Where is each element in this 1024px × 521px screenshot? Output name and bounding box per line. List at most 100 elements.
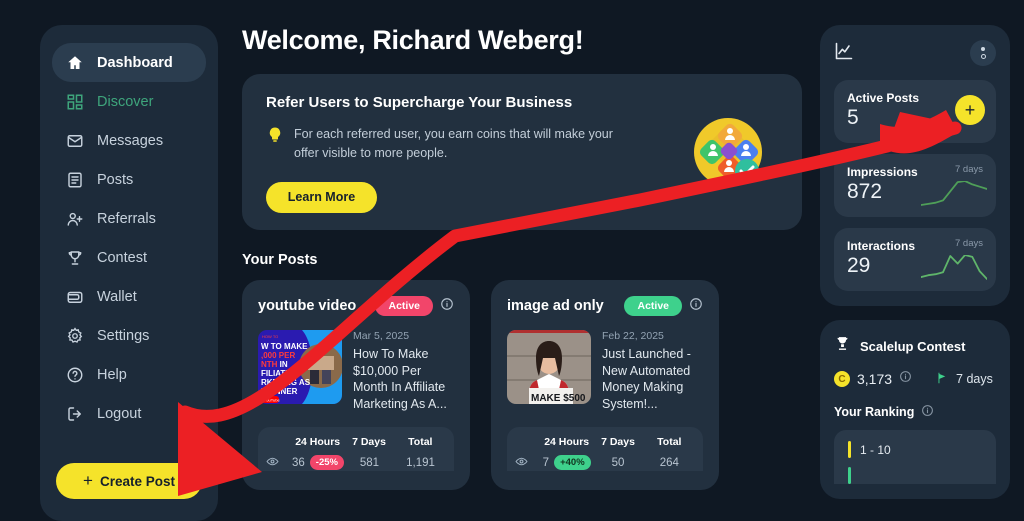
sidebar-item-posts[interactable]: Posts [52, 160, 206, 199]
sidebar-item-dashboard[interactable]: Dashboard [52, 43, 206, 82]
envelope-icon [66, 132, 84, 150]
rank-label: 1 - 10 [860, 442, 891, 457]
svg-text:FILIATE: FILIATE [261, 369, 291, 378]
referral-banner: Refer Users to Supercharge Your Business… [242, 74, 802, 230]
post-list: youtube video Active HOW TO W TO MAKE ,000 P… [242, 280, 802, 490]
contest-panel: Scalelup Contest C 3,173 7 days Your Ran… [820, 320, 1010, 499]
flag-icon [935, 371, 949, 388]
svg-text:RKETING AS: RKETING AS [261, 378, 311, 387]
info-icon[interactable] [689, 297, 703, 316]
posts-section-title: Your Posts [242, 252, 318, 268]
sidebar-item-label: Referrals [97, 210, 156, 227]
table-row: 36 -25% 581 1,191 [266, 455, 446, 471]
rank-bar [848, 467, 851, 484]
add-post-button[interactable]: + [955, 95, 985, 125]
contest-coins: 3,173 [857, 371, 893, 387]
sparkline-chart [921, 181, 987, 206]
svg-text:NTH IN: NTH IN [261, 360, 288, 369]
stat-24h: 7 [542, 456, 550, 469]
plus-icon: + [83, 471, 93, 490]
svg-text:YouTube: YouTube [264, 398, 280, 403]
sidebar-item-label: Wallet [97, 288, 137, 305]
line-chart-icon[interactable] [834, 41, 854, 66]
post-date: Mar 5, 2025 [353, 330, 410, 342]
info-icon[interactable] [440, 297, 454, 316]
stat-card-active-posts: Active Posts 5 + [834, 80, 996, 143]
stats-col-header: 7 Days [601, 435, 635, 448]
eye-icon [266, 455, 292, 471]
post-stats-table: 24 Hours 7 Days Total 36 -25% 581 1,191 [258, 426, 454, 471]
post-card[interactable]: image ad only Active MAKE $500 Feb 22, 2025… [491, 280, 719, 490]
stats-panel: Active Posts 5 + Impressions 872 7 days Intera… [820, 25, 1010, 306]
stat-period: 7 days [955, 238, 983, 249]
stats-col-header: Total [408, 435, 433, 448]
grid-icon [66, 93, 84, 111]
create-post-button[interactable]: + Create Post [56, 463, 202, 499]
gear-icon [66, 326, 84, 345]
lightbulb-icon [266, 126, 284, 164]
post-title: youtube video [258, 298, 357, 314]
info-icon[interactable] [899, 370, 912, 388]
post-description: How To Make $10,000 Per Month In Affilia… [353, 347, 447, 411]
status-badge: Active [375, 296, 433, 316]
logout-icon [66, 405, 84, 423]
stats-col-header: 7 Days [352, 435, 386, 448]
banner-title: Refer Users to Supercharge Your Business [266, 94, 573, 111]
stats-col-header: Total [657, 435, 682, 448]
create-post-label: Create Post [99, 473, 175, 489]
filter-dots-icon[interactable] [970, 40, 996, 66]
trophy-icon [834, 335, 851, 357]
svg-text:,000 PER: ,000 PER [261, 351, 295, 360]
trophy-icon [66, 249, 84, 267]
wallet-icon [66, 288, 84, 306]
list-item [848, 467, 982, 484]
sidebar: Dashboard Discover Messages Posts Referrals C… [40, 25, 218, 521]
post-card[interactable]: youtube video Active HOW TO W TO MAKE ,000 P… [242, 280, 470, 490]
coin-icon: C [834, 371, 850, 387]
sidebar-item-label: Help [97, 366, 127, 383]
sidebar-item-settings[interactable]: Settings [52, 316, 206, 355]
sidebar-item-referrals[interactable]: Referrals [52, 199, 206, 238]
status-badge: Active [624, 296, 682, 316]
youtube-thumbnail: HOW TO W TO MAKE ,000 PER NTH IN FILIATE RKET… [258, 330, 342, 404]
svg-text:MAKE $500: MAKE $500 [531, 393, 586, 404]
page-title: Welcome, Richard Weberg! [242, 25, 584, 55]
sidebar-item-help[interactable]: Help [52, 355, 206, 394]
rank-bar [848, 441, 851, 458]
svg-text:EGINNER: EGINNER [261, 387, 298, 396]
sidebar-item-contest[interactable]: Contest [52, 238, 206, 277]
banner-body: For each referred user, you earn coins t… [294, 127, 613, 161]
post-date: Feb 22, 2025 [602, 330, 664, 342]
main-content: Welcome, Richard Weberg! Refer Users to … [242, 25, 802, 490]
sidebar-item-label: Messages [97, 132, 164, 149]
sidebar-item-discover[interactable]: Discover [52, 82, 206, 121]
contest-days-label: 7 days [956, 372, 993, 386]
stat-change: +40% [554, 455, 591, 470]
sidebar-item-label: Settings [97, 327, 150, 344]
document-icon [66, 171, 84, 189]
stat-card-interactions: Interactions 29 7 days [834, 228, 996, 291]
svg-text:HOW TO: HOW TO [262, 334, 278, 339]
stats-col-header: 24 Hours [295, 435, 341, 448]
sidebar-item-wallet[interactable]: Wallet [52, 277, 206, 316]
stats-col-header: 24 Hours [544, 435, 590, 448]
user-plus-icon [66, 210, 84, 228]
woman-photo-thumbnail: MAKE $500 [507, 330, 591, 404]
home-icon [66, 54, 84, 72]
stat-change: -25% [309, 455, 344, 470]
sidebar-item-logout[interactable]: Logout [52, 394, 206, 433]
stat-total: 1,191 [406, 456, 435, 469]
learn-more-button[interactable]: Learn More [266, 181, 377, 213]
sidebar-item-messages[interactable]: Messages [52, 121, 206, 160]
right-sidebar: Active Posts 5 + Impressions 872 7 days Intera… [820, 25, 1010, 499]
post-stats-table: 24 Hours 7 Days Total 7 +40% 50 264 [507, 426, 703, 471]
list-item: 1 - 10 [848, 441, 982, 458]
stat-period: 7 days [955, 164, 983, 175]
question-circle-icon [66, 366, 84, 384]
stat-total: 264 [659, 456, 679, 469]
stat-7d: 50 [611, 456, 625, 469]
info-icon[interactable] [921, 404, 934, 420]
sidebar-item-label: Discover [97, 93, 154, 110]
sidebar-item-label: Dashboard [97, 54, 173, 71]
eye-icon [515, 455, 541, 471]
